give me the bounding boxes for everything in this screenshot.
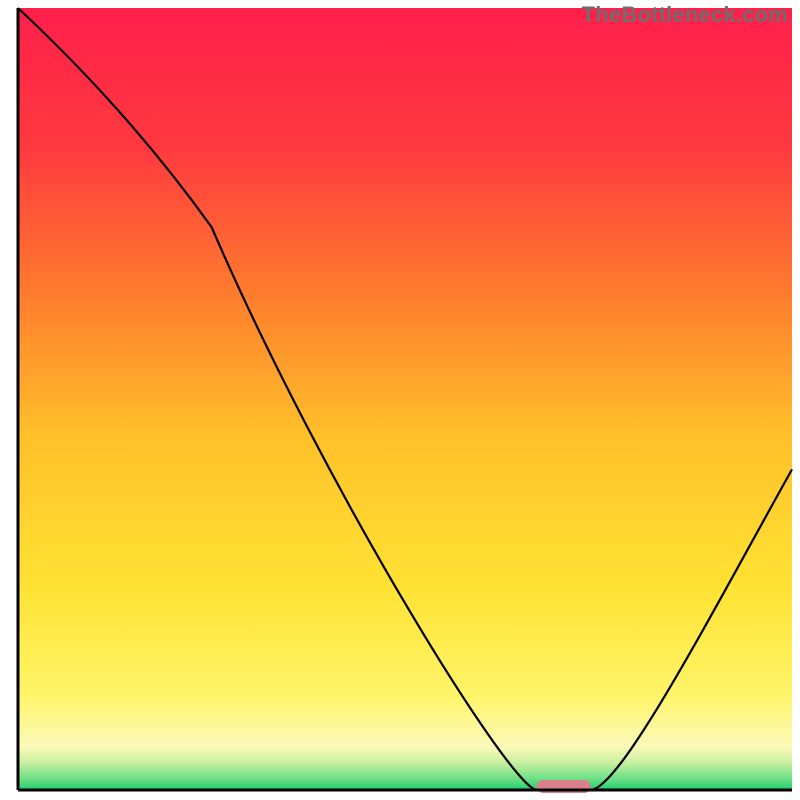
chart-container: TheBottleneck.com xyxy=(0,0,800,800)
attribution-label: TheBottleneck.com xyxy=(582,2,788,28)
chart-background xyxy=(18,8,792,790)
bottleneck-chart xyxy=(0,0,800,800)
